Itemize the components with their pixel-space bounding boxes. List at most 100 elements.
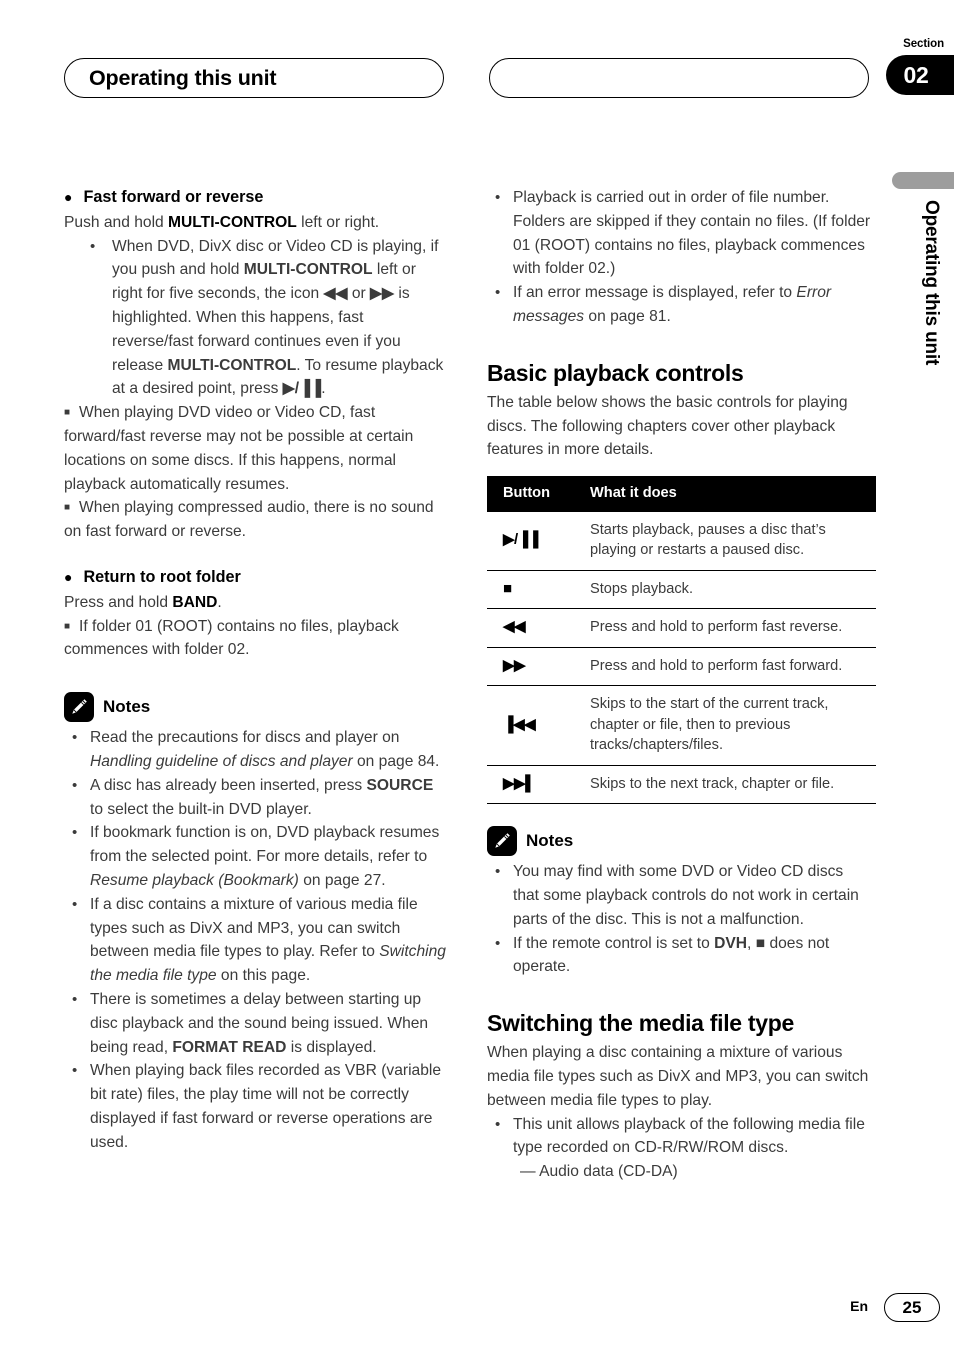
page-number-badge: 25: [884, 1293, 940, 1322]
chapter-title-pill: Operating this unit: [64, 58, 444, 98]
txt: ,: [747, 934, 756, 952]
square-note-text: When playing DVD video or Video CD, fast…: [64, 404, 414, 493]
table-row: ■ Stops playback.: [487, 570, 876, 610]
play-pause-icon: ▶/▐▐: [282, 380, 322, 398]
table-cell-description: Press and hold to perform fast forward.: [578, 647, 876, 687]
txt: on page 84.: [352, 752, 440, 770]
list-item: If a disc contains a mixture of various …: [64, 893, 448, 988]
txt: If an error message is displayed, refer …: [513, 284, 797, 302]
previous-track-icon: ▐◀◀: [487, 685, 578, 766]
txt: If bookmark function is on, DVD playback…: [90, 824, 440, 866]
section-heading-basic-playback: Basic playback controls: [487, 359, 744, 386]
table-row: ▶▶▌ Skips to the next track, chapter or …: [487, 765, 876, 805]
table-cell-description: Skips to the start of the current track,…: [578, 685, 876, 766]
subheading-return-root: ● Return to root folder: [64, 566, 448, 590]
txt: on this page.: [216, 967, 311, 985]
subheading-label: Return to root folder: [83, 567, 241, 586]
media-type-entry: — Audio data (CD-DA): [520, 1163, 678, 1181]
right-notes-list: You may find with some DVD or Video CD d…: [487, 860, 871, 979]
basic-controls-table: Button What it does ▶/▐▐ Starts playback…: [487, 476, 876, 805]
list-item: You may find with some DVD or Video CD d…: [487, 860, 871, 931]
list-item: Playback is carried out in order of file…: [487, 186, 871, 281]
fast-forward-icon: ▶▶: [370, 285, 395, 303]
section-number: 02: [903, 61, 929, 88]
txt: This unit allows playback of the followi…: [513, 1115, 865, 1157]
table-header-row: Button What it does: [487, 476, 876, 512]
square-note: ■ When playing compressed audio, there is…: [64, 496, 448, 544]
txt-bold: MULTI-CONTROL: [243, 261, 373, 279]
page-title: Operating this unit: [89, 65, 277, 90]
txt: A disc has already been inserted, press: [90, 776, 367, 794]
txt: Read the precautions for discs and playe…: [90, 729, 400, 747]
return-root-instruction: Press and hold BAND.: [64, 591, 448, 615]
list-item: There is sometimes a delay between start…: [64, 988, 448, 1059]
txt: on page 27.: [298, 871, 386, 889]
fast-forward-icon: ▶▶: [487, 647, 578, 687]
page-number: 25: [902, 1297, 922, 1317]
table-row: ▐◀◀ Skips to the start of the current tr…: [487, 685, 876, 766]
txt: When playing back files recorded as VBR …: [90, 1062, 442, 1151]
txt: Playback is carried out in order of file…: [513, 189, 871, 278]
side-tab-label: Operating this unit: [921, 200, 942, 366]
table-body: ▶/▐▐ Starts playback, pauses a disc that…: [487, 511, 876, 805]
switching-intro: When playing a disc containing a mixture…: [487, 1044, 869, 1109]
list-item: When playing back files recorded as VBR …: [64, 1059, 448, 1154]
side-tab-marker: [892, 172, 954, 189]
table-cell-description: Stops playback.: [578, 570, 876, 610]
list-item: When DVD, DivX disc or Video CD is playi…: [64, 235, 448, 402]
instr-bold: BAND: [172, 593, 218, 611]
square-bullet-icon: ■: [64, 502, 71, 514]
list-item: This unit allows playback of the followi…: [487, 1113, 871, 1161]
txt: You may find with some DVD or Video CD d…: [513, 863, 859, 928]
txt-bold: DVH: [714, 934, 748, 952]
notes-label: Notes: [103, 697, 151, 717]
column-header-what-it-does: What it does: [578, 476, 876, 512]
instr-bold: MULTI-CONTROL: [168, 213, 297, 231]
list-item: If an error message is displayed, refer …: [487, 281, 871, 329]
txt: .: [321, 380, 326, 398]
table-row: ◀◀ Press and hold to perform fast revers…: [487, 608, 876, 648]
pencil-note-icon: [64, 692, 94, 723]
txt-bold: SOURCE: [366, 776, 434, 794]
table-row: ▶▶ Press and hold to perform fast forwar…: [487, 647, 876, 687]
square-bullet-icon: ■: [64, 407, 71, 419]
fast-reverse-icon: ◀◀: [323, 285, 348, 303]
switching-list: This unit allows playback of the followi…: [487, 1113, 871, 1161]
page-header: Operating this unit: [64, 58, 890, 98]
txt: is displayed.: [286, 1038, 377, 1056]
fast-forward-instruction: Push and hold MULTI-CONTROL left or righ…: [64, 211, 448, 235]
txt: If the remote control is set to: [513, 934, 715, 952]
footer-language: En: [850, 1298, 868, 1314]
filled-circle-bullet-icon: ●: [64, 189, 73, 205]
txt-italic: Resume playback (Bookmark): [90, 871, 299, 889]
list-item: A disc has already been inserted, press …: [64, 774, 448, 822]
table-row: ▶/▐▐ Starts playback, pauses a disc that…: [487, 511, 876, 571]
square-note-text: If folder 01 (ROOT) contains no files, p…: [64, 617, 399, 659]
left-column: ● Fast forward or reverse Push and hold …: [64, 186, 448, 1154]
right-column: Playback is carried out in order of file…: [487, 186, 876, 1184]
instr-pre: Press and hold: [64, 593, 173, 611]
instr-pre: Push and hold: [64, 213, 169, 231]
table-cell-description: Starts playback, pauses a disc that’s pl…: [578, 511, 876, 571]
instr-post: left or right.: [296, 213, 380, 231]
notes-heading: Notes: [487, 826, 871, 857]
square-bullet-icon: ■: [64, 620, 71, 632]
section-label: Section: [903, 38, 944, 50]
section-badge: 02: [886, 55, 954, 95]
table-cell-description: Press and hold to perform fast reverse.: [578, 608, 876, 648]
notes-label: Notes: [526, 831, 574, 851]
play-pause-icon: ▶/▐▐: [487, 511, 578, 571]
section-heading-switching-media: Switching the media file type: [487, 1010, 794, 1037]
left-notes-list: Read the precautions for discs and playe…: [64, 726, 448, 1154]
stop-icon: ■: [487, 570, 578, 610]
square-note: ■ If folder 01 (ROOT) contains no files, …: [64, 615, 448, 663]
txt: to select the built-in DVD player.: [90, 800, 312, 818]
txt-bold: MULTI-CONTROL: [167, 356, 297, 374]
txt: on page 81.: [584, 307, 671, 325]
pencil-note-icon: [487, 826, 517, 857]
list-item: If bookmark function is on, DVD playback…: [64, 821, 448, 892]
subheading-label: Fast forward or reverse: [83, 188, 264, 206]
list-item: If the remote control is set to DVH, ■ d…: [487, 932, 871, 980]
fast-forward-sublist: When DVD, DivX disc or Video CD is playi…: [64, 235, 448, 402]
square-note-text: When playing compressed audio, there is …: [64, 499, 434, 541]
